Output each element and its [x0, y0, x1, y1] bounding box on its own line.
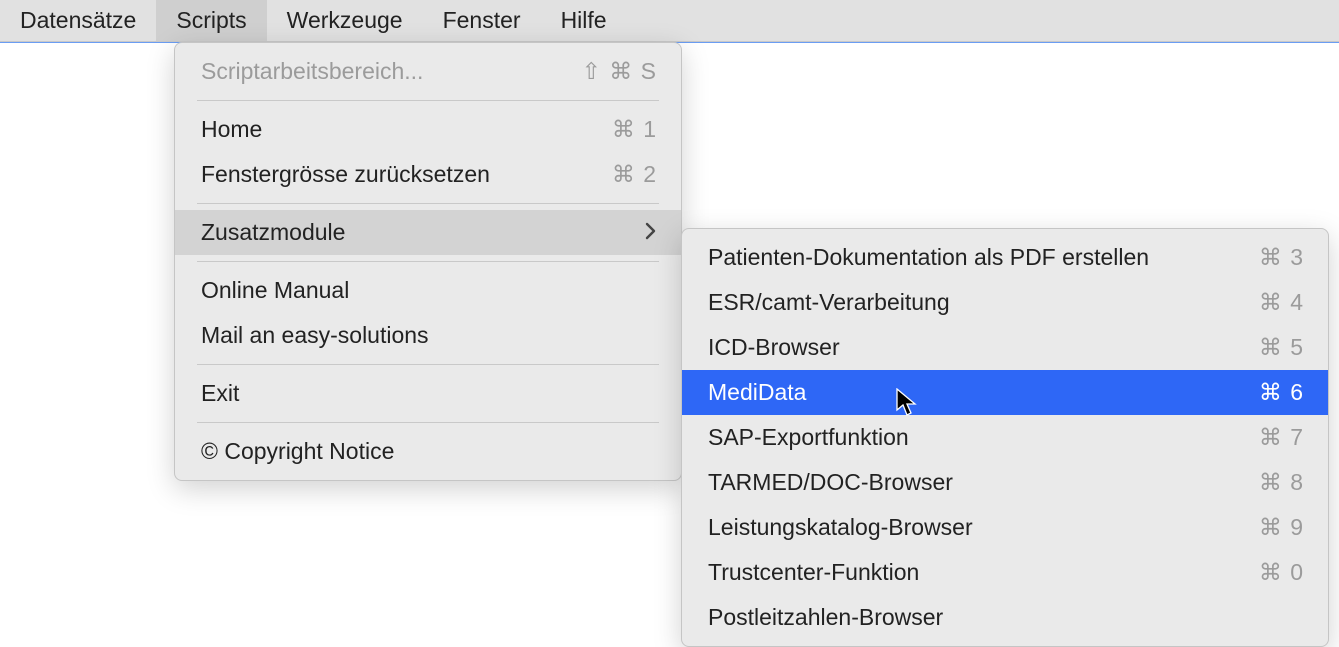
menu-item-shortcut: ⌘ 0	[1259, 557, 1304, 588]
menu-item-label: Mail an easy-solutions	[201, 320, 429, 351]
menu-item-scriptarbeitsbereich[interactable]: Scriptarbeitsbereich... ⇧ ⌘ S	[175, 49, 681, 94]
menubar-item-hilfe[interactable]: Hilfe	[541, 0, 627, 41]
submenu-item-medidata[interactable]: MediData ⌘ 6	[682, 370, 1328, 415]
menu-item-label: SAP-Exportfunktion	[708, 422, 909, 453]
menu-item-shortcut: ⌘ 5	[1259, 332, 1304, 363]
menu-item-shortcut: ⌘ 6	[1259, 377, 1304, 408]
submenu-item-icd[interactable]: ICD-Browser ⌘ 5	[682, 325, 1328, 370]
menu-separator	[197, 100, 659, 101]
menu-item-label: TARMED/DOC-Browser	[708, 467, 953, 498]
submenu-item-tarmed[interactable]: TARMED/DOC-Browser ⌘ 8	[682, 460, 1328, 505]
submenu-item-leistung[interactable]: Leistungskatalog-Browser ⌘ 9	[682, 505, 1328, 550]
zusatzmodule-submenu: Patienten-Dokumentation als PDF erstelle…	[681, 228, 1329, 647]
menu-item-label: Zusatzmodule	[201, 217, 345, 248]
scripts-dropdown: Scriptarbeitsbereich... ⇧ ⌘ S Home ⌘ 1 F…	[174, 42, 682, 481]
submenu-item-plz[interactable]: Postleitzahlen-Browser	[682, 595, 1328, 640]
menu-item-label: Fenstergrösse zurücksetzen	[201, 159, 490, 190]
menu-item-shortcut: ⌘ 1	[612, 114, 657, 145]
menu-item-fenster-reset[interactable]: Fenstergrösse zurücksetzen ⌘ 2	[175, 152, 681, 197]
menu-item-label: Patienten-Dokumentation als PDF erstelle…	[708, 242, 1149, 273]
menu-item-label: Home	[201, 114, 262, 145]
menu-item-label: MediData	[708, 377, 806, 408]
submenu-item-trustcenter[interactable]: Trustcenter-Funktion ⌘ 0	[682, 550, 1328, 595]
menubar-item-scripts[interactable]: Scripts	[156, 0, 266, 41]
menu-item-shortcut: ⌘ 9	[1259, 512, 1304, 543]
menu-separator	[197, 203, 659, 204]
menu-separator	[197, 422, 659, 423]
menubar-item-werkzeuge[interactable]: Werkzeuge	[267, 0, 423, 41]
menu-item-zusatzmodule[interactable]: Zusatzmodule	[175, 210, 681, 255]
chevron-right-icon	[645, 218, 657, 248]
menu-item-label: Scriptarbeitsbereich...	[201, 56, 423, 87]
menubar-item-datensaetze[interactable]: Datensätze	[0, 0, 156, 41]
menu-item-label: Online Manual	[201, 275, 349, 306]
menu-item-shortcut: ⌘ 3	[1259, 242, 1304, 273]
menu-item-shortcut: ⌘ 4	[1259, 287, 1304, 318]
menu-item-label: © Copyright Notice	[201, 436, 394, 467]
menu-item-label: ICD-Browser	[708, 332, 840, 363]
menu-item-label: Postleitzahlen-Browser	[708, 602, 943, 633]
menu-item-home[interactable]: Home ⌘ 1	[175, 107, 681, 152]
menu-item-label: Exit	[201, 378, 239, 409]
submenu-item-sap[interactable]: SAP-Exportfunktion ⌘ 7	[682, 415, 1328, 460]
menu-item-shortcut: ⌘ 7	[1259, 422, 1304, 453]
menu-item-shortcut: ⇧ ⌘ S	[582, 56, 657, 87]
menu-item-label: ESR/camt-Verarbeitung	[708, 287, 950, 318]
menu-item-mail[interactable]: Mail an easy-solutions	[175, 313, 681, 358]
menu-item-copyright[interactable]: © Copyright Notice	[175, 429, 681, 474]
menu-item-shortcut: ⌘ 2	[612, 159, 657, 190]
menu-item-label: Leistungskatalog-Browser	[708, 512, 973, 543]
menu-separator	[197, 364, 659, 365]
menu-item-exit[interactable]: Exit	[175, 371, 681, 416]
menu-item-shortcut: ⌘ 8	[1259, 467, 1304, 498]
menubar-item-fenster[interactable]: Fenster	[423, 0, 541, 41]
submenu-item-esr[interactable]: ESR/camt-Verarbeitung ⌘ 4	[682, 280, 1328, 325]
menu-item-online-manual[interactable]: Online Manual	[175, 268, 681, 313]
menu-separator	[197, 261, 659, 262]
menubar: Datensätze Scripts Werkzeuge Fenster Hil…	[0, 0, 1339, 42]
menu-item-label: Trustcenter-Funktion	[708, 557, 919, 588]
submenu-item-pdf[interactable]: Patienten-Dokumentation als PDF erstelle…	[682, 235, 1328, 280]
